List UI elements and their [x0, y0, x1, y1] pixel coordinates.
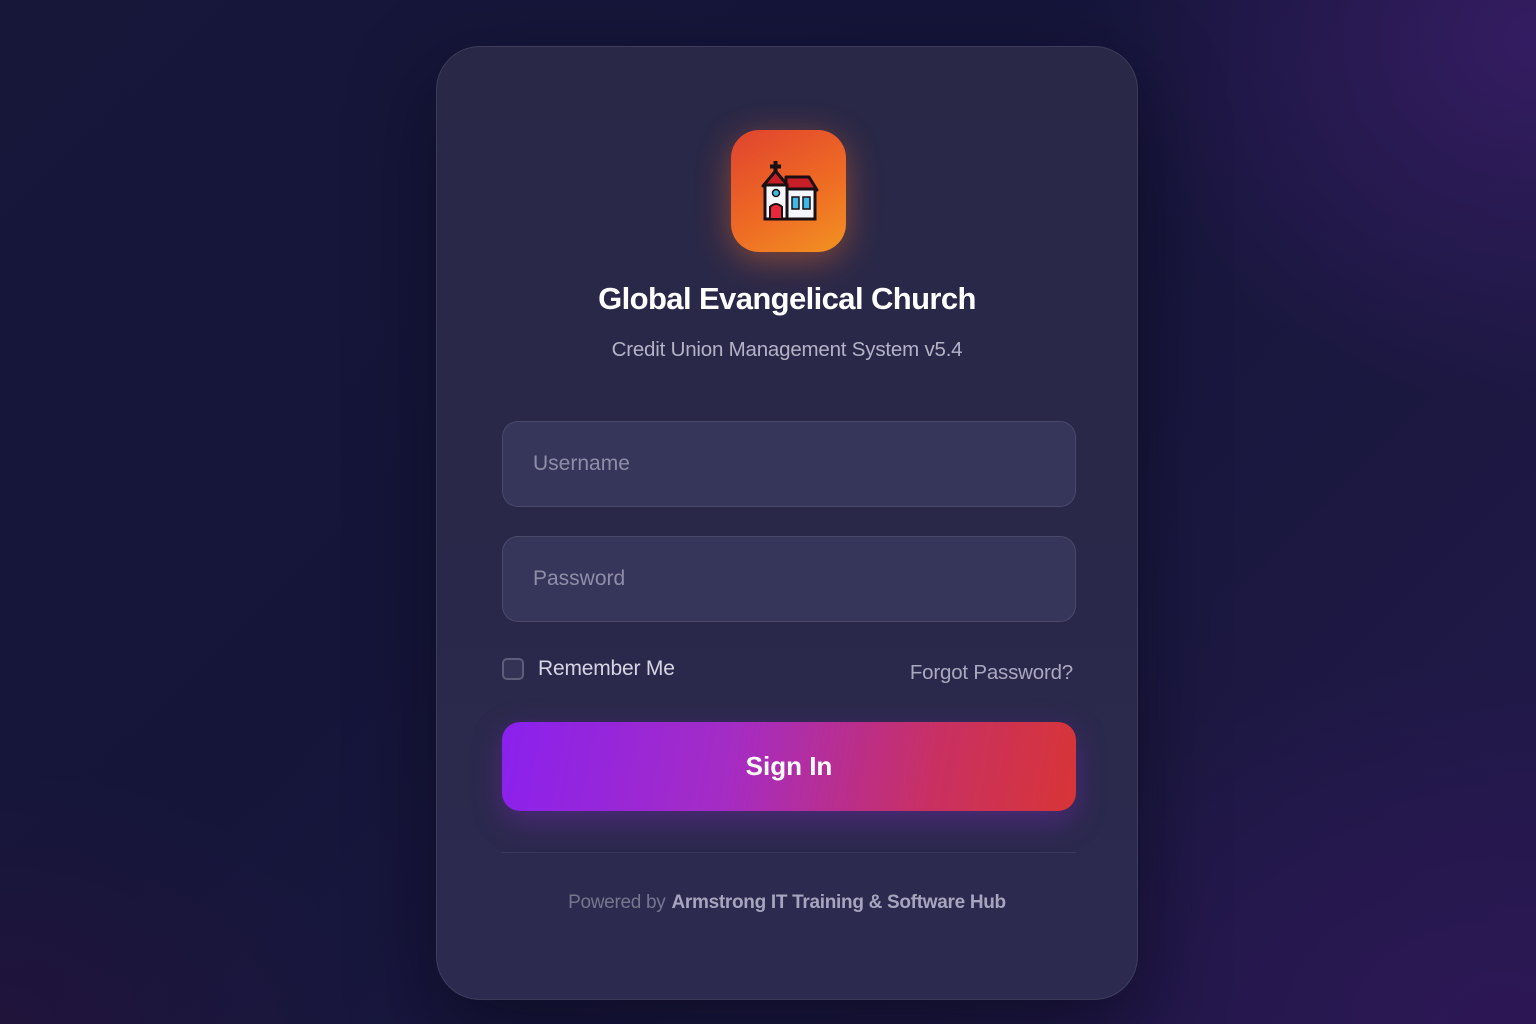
footer-credit: Powered by Armstrong IT Training & Softwa… — [437, 892, 1137, 914]
app-subtitle: Credit Union Management System v5.4 — [611, 338, 963, 361]
sign-in-button[interactable]: Sign In — [502, 722, 1076, 811]
username-input[interactable] — [502, 421, 1076, 507]
login-card: Global Evangelical Church Credit Union M… — [436, 46, 1138, 1000]
remember-me-checkbox[interactable] — [502, 658, 524, 680]
remember-me-label: Remember Me — [538, 657, 675, 680]
remember-me-toggle[interactable]: Remember Me — [502, 657, 675, 681]
forgot-password-link[interactable]: Forgot Password? — [910, 661, 1073, 685]
footer-brand: Armstrong IT Training & Software Hub — [671, 892, 1006, 913]
app-title: Global Evangelical Church — [598, 281, 976, 316]
password-input[interactable] — [502, 536, 1076, 622]
divider — [502, 852, 1076, 853]
church-icon — [761, 161, 818, 221]
footer-prefix: Powered by — [568, 892, 666, 913]
app-logo — [731, 130, 846, 252]
